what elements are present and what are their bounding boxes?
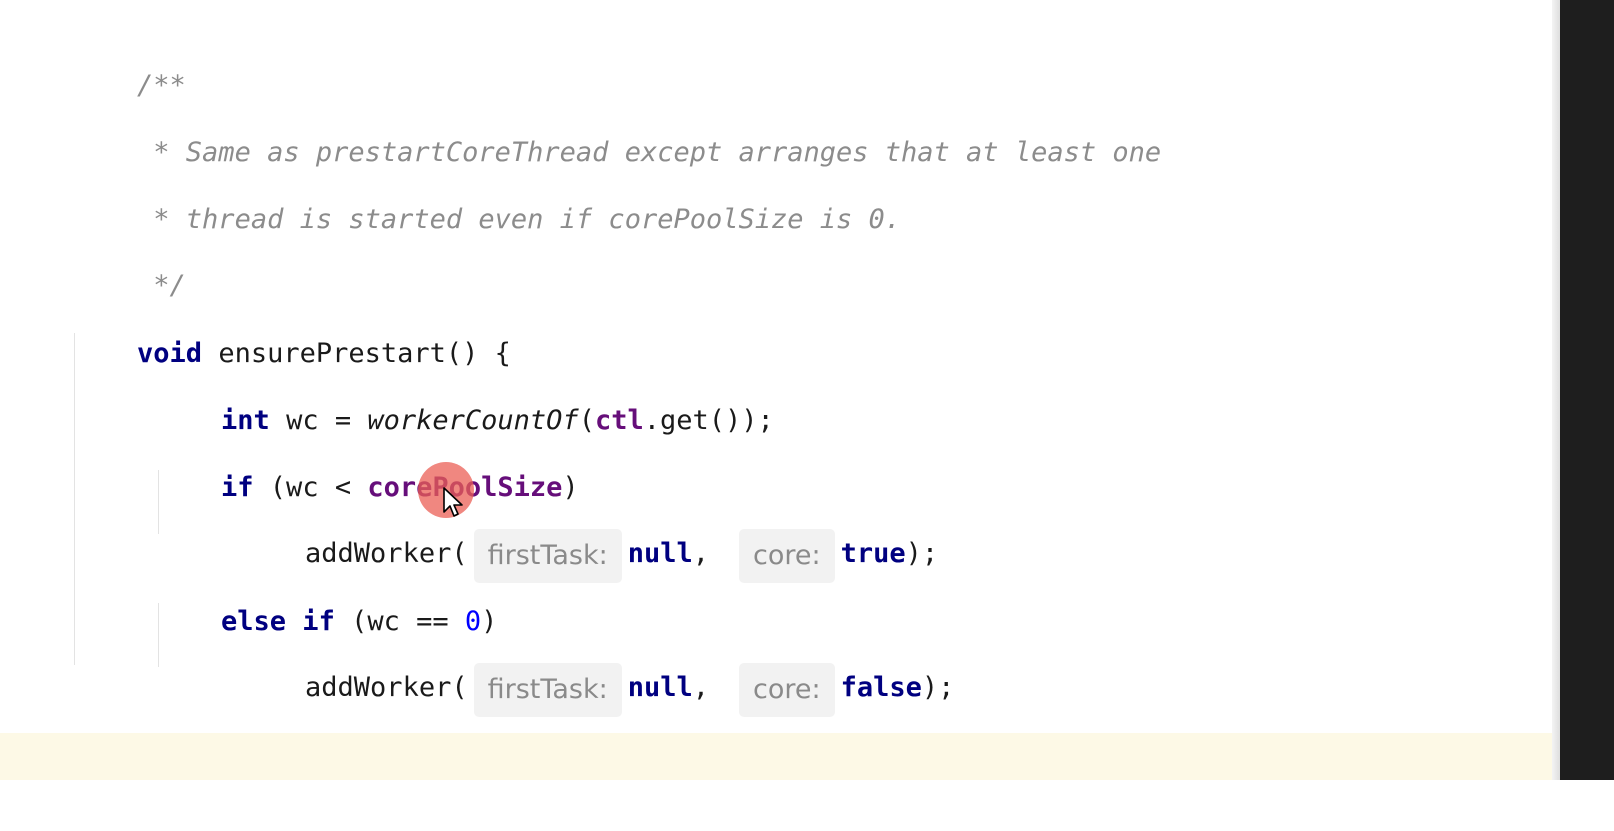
code-editor[interactable]: /** * Same as prestartCoreThread except … (0, 0, 1590, 780)
keyword-false: false (840, 672, 922, 703)
field-ctl: ctl (594, 405, 644, 436)
paren-token: ( (578, 405, 595, 436)
code-line-add-worker-false[interactable]: addWorker(firstTask: null, core: false); (240, 613, 954, 717)
call-end-token: ); (905, 538, 939, 569)
current-line-highlight (0, 733, 1560, 780)
keyword-true: true (840, 538, 906, 569)
comma-token: , (692, 672, 710, 703)
method-call-add-worker: addWorker( (305, 672, 468, 703)
code-line-closing-brace[interactable]: } (72, 681, 153, 771)
param-hint-core: core: (739, 529, 835, 583)
get-call-text: .get()); (643, 405, 774, 436)
comma-token: , (692, 538, 710, 569)
param-hint-first-task: firstTask: (473, 663, 622, 717)
call-end-token: ); (921, 672, 955, 703)
keyword-null: null (627, 538, 693, 569)
mouse-pointer-icon (443, 487, 463, 517)
code-line-int-wc[interactable]: int wc = workerCountOf(ctl.get()); (156, 346, 774, 436)
code-line-doc-open[interactable]: /** (72, 11, 186, 101)
vertical-scrollbar[interactable] (1560, 0, 1614, 780)
code-line-doc-close[interactable]: */ (72, 211, 186, 301)
code-line-else-if[interactable]: else if (wc == 0) (156, 547, 497, 637)
code-line-doc-2[interactable]: * thread is started even if corePoolSize… (72, 145, 901, 235)
code-line-if[interactable]: if (wc < corePoolSize) (156, 413, 579, 503)
param-hint-core: core: (739, 663, 835, 717)
code-line-doc-1[interactable]: * Same as prestartCoreThread except arra… (72, 78, 1161, 168)
code-line-add-worker-true[interactable]: addWorker(firstTask: null, core: true); (240, 479, 938, 583)
comment-token: * thread is started even if corePoolSize… (137, 204, 902, 235)
keyword-null: null (627, 672, 693, 703)
code-line-method-signature[interactable]: void ensurePrestart() { (72, 279, 511, 369)
